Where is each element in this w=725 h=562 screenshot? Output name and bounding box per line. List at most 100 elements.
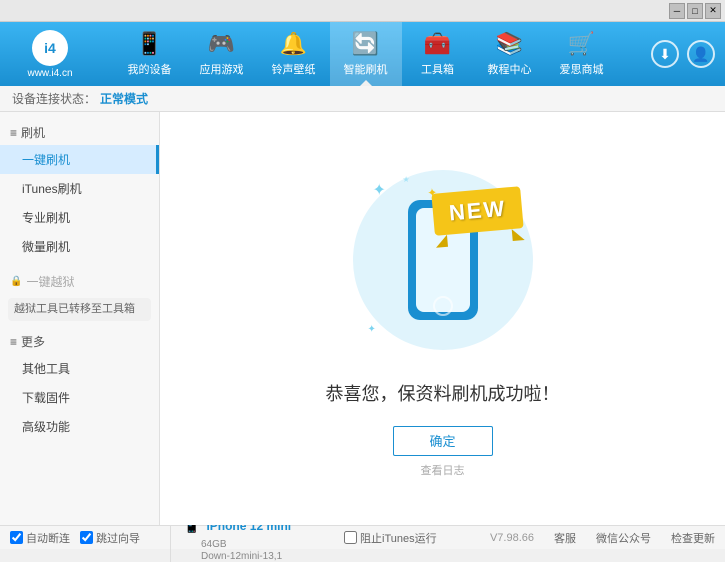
smart-flash-icon: 🔄 [352,31,379,57]
jailbreak-lock-icon: 🔒 [10,276,22,287]
bottom-bar: 自动断连 跳过向导 📱 iPhone 12 mini 64GB Down-12m… [0,525,725,549]
nav-ringtones[interactable]: 🔔 铃声壁纸 [258,22,330,86]
new-ribbon: ✦ NEW [433,190,522,232]
device-details: 64GB [181,538,340,550]
window-controls[interactable]: ─ □ ✕ [669,3,721,19]
sidebar-item-pro-flash[interactable]: 专业刷机 [0,203,159,232]
auto-disconnect-label: 自动断连 [26,530,70,546]
version-text: V7.98.66 [490,532,534,544]
flash-group-icon: ≡ [10,126,17,140]
other-tools-label: 其他工具 [22,362,70,376]
nav-my-device-label: 我的设备 [128,61,172,77]
more-group-icon: ≡ [10,335,17,349]
advanced-label: 高级功能 [22,420,70,434]
sidebar-item-onekey-flash[interactable]: 一键刷机 [0,145,159,174]
tutorials-icon: 📚 [496,31,523,57]
retry-link[interactable]: 查看日志 [421,462,465,478]
my-device-icon: 📱 [136,31,163,57]
jailbreak-note: 越狱工具已转移至工具箱 [8,298,151,321]
skip-wizard-input[interactable] [80,531,93,544]
sparkle-3: ✦ [368,324,376,335]
success-message: 恭喜您，保资料刷机成功啦！ [326,380,560,406]
sidebar-group-flash: ≡ 刷机 一键刷机 iTunes刷机 专业刷机 微量刷机 [0,116,159,261]
auto-disconnect-input[interactable] [10,531,23,544]
device-detail-text: Down-12mini-13,1 [201,551,282,562]
store-icon: 🛒 [568,31,595,57]
nav-bar: 📱 我的设备 🎮 应用游戏 🔔 铃声壁纸 🔄 智能刷机 🧰 工具箱 📚 教程中心… [90,22,641,86]
wechat-public-link[interactable]: 微信公众号 [596,530,651,546]
nav-apps-games-label: 应用游戏 [200,61,244,77]
skip-wizard-label: 跳过向导 [96,530,140,546]
jailbreak-note-text: 越狱工具已转移至工具箱 [14,303,135,315]
micro-flash-label: 微量刷机 [22,240,70,254]
logo-url: www.i4.cn [27,68,72,79]
stop-itunes-area: 阻止iTunes运行 [344,530,437,546]
nav-tutorials-label: 教程中心 [488,61,532,77]
phone-illustration: ✦ ✦ ✦ ★ ✦ NEW [343,160,543,360]
logo-icon: i4 [32,30,68,66]
minimize-button[interactable]: ─ [669,3,685,19]
sparkle-1: ✦ [373,180,386,200]
sidebar-item-micro-flash[interactable]: 微量刷机 [0,232,159,261]
close-button[interactable]: ✕ [705,3,721,19]
nav-apps-games[interactable]: 🎮 应用游戏 [186,22,258,86]
content-area: ✦ ✦ ✦ ★ ✦ NEW 恭喜您，保资料刷机成功啦！ 确定 查看日志 [160,112,725,525]
nav-ringtones-label: 铃声壁纸 [272,61,316,77]
nav-store[interactable]: 🛒 爱思商城 [546,22,618,86]
main-area: ≡ 刷机 一键刷机 iTunes刷机 专业刷机 微量刷机 🔒 一键越狱 [0,112,725,525]
skip-wizard-checkbox[interactable]: 跳过向导 [80,530,140,546]
bottom-right: V7.98.66 客服 微信公众号 检查更新 [490,530,715,546]
sidebar-item-advanced[interactable]: 高级功能 [0,412,159,441]
flash-group-label: 刷机 [21,124,45,141]
status-bar: 设备连接状态： 正常模式 [0,86,725,112]
more-group-label: 更多 [21,333,45,350]
ribbon-star-left: ✦ [427,185,438,200]
sidebar-item-itunes-flash[interactable]: iTunes刷机 [0,174,159,203]
nav-smart-flash-label: 智能刷机 [344,61,388,77]
title-bar: ─ □ ✕ [0,0,725,22]
toolbox-icon: 🧰 [424,31,451,57]
sidebar-group-flash-header: ≡ 刷机 [0,116,159,145]
nav-tutorials[interactable]: 📚 教程中心 [474,22,546,86]
check-update-link[interactable]: 检查更新 [671,530,715,546]
sidebar-group-more: ≡ 更多 其他工具 下载固件 高级功能 [0,325,159,441]
jailbreak-group-label: 一键越狱 [26,273,74,290]
status-label: 设备连接状态： [12,90,96,107]
maximize-button[interactable]: □ [687,3,703,19]
ribbon-text: NEW [448,195,507,225]
device-storage: 64GB [201,539,227,550]
nav-my-device[interactable]: 📱 我的设备 [114,22,186,86]
apps-games-icon: 🎮 [208,31,235,57]
customer-service-link[interactable]: 客服 [554,530,576,546]
sidebar: ≡ 刷机 一键刷机 iTunes刷机 专业刷机 微量刷机 🔒 一键越狱 [0,112,160,525]
sidebar-group-more-header: ≡ 更多 [0,325,159,354]
sidebar-item-other-tools[interactable]: 其他工具 [0,354,159,383]
header-right-buttons: ⬇ 👤 [651,40,715,68]
status-value: 正常模式 [100,90,148,107]
confirm-button[interactable]: 确定 [393,426,493,456]
nav-toolbox-label: 工具箱 [421,61,454,77]
sidebar-group-jailbreak: 🔒 一键越狱 越狱工具已转移至工具箱 [0,265,159,321]
ringtones-icon: 🔔 [280,31,307,57]
user-button[interactable]: 👤 [687,40,715,68]
sidebar-item-download-firmware[interactable]: 下载固件 [0,383,159,412]
ribbon-background: ✦ NEW [432,186,525,236]
header: i4 www.i4.cn 📱 我的设备 🎮 应用游戏 🔔 铃声壁纸 🔄 智能刷机… [0,22,725,86]
ribbon-right-fold [512,228,525,241]
nav-store-label: 爱思商城 [560,61,604,77]
device-detail-row: Down-12mini-13,1 [181,550,340,562]
bottom-left: 自动断连 跳过向导 [10,530,170,546]
stop-itunes-checkbox[interactable] [344,531,357,544]
sparkle-4: ★ [403,175,410,184]
logo[interactable]: i4 www.i4.cn [10,30,90,79]
auto-disconnect-checkbox[interactable]: 自动断连 [10,530,70,546]
pro-flash-label: 专业刷机 [22,211,70,225]
sidebar-group-jailbreak-header: 🔒 一键越狱 [0,265,159,294]
stop-itunes-label: 阻止iTunes运行 [360,530,437,546]
nav-smart-flash[interactable]: 🔄 智能刷机 [330,22,402,86]
download-firmware-label: 下载固件 [22,391,70,405]
nav-toolbox[interactable]: 🧰 工具箱 [402,22,474,86]
download-button[interactable]: ⬇ [651,40,679,68]
onekey-flash-label: 一键刷机 [22,153,70,167]
ribbon-left-fold [435,234,448,247]
